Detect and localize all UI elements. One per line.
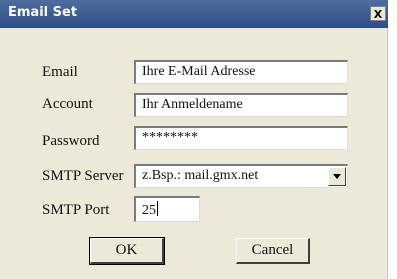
title-bar[interactable]: Email Set X bbox=[0, 0, 388, 28]
email-set-dialog: Email Set X Email Ihre E-Mail Adresse Ac… bbox=[0, 0, 388, 279]
smtp-server-label: SMTP Server bbox=[42, 168, 124, 184]
password-field[interactable]: ******** bbox=[134, 126, 348, 150]
smtp-server-value: z.Bsp.: mail.gmx.net bbox=[142, 168, 259, 183]
email-label: Email bbox=[42, 64, 78, 80]
smtp-port-value: 25 bbox=[142, 203, 156, 218]
password-label: Password bbox=[42, 133, 100, 149]
text-caret bbox=[157, 201, 158, 216]
smtp-port-field[interactable]: 25 bbox=[134, 196, 200, 222]
cancel-button[interactable]: Cancel bbox=[236, 238, 310, 264]
window-title: Email Set bbox=[8, 5, 78, 20]
ok-button[interactable]: OK bbox=[89, 237, 165, 265]
smtp-port-label: SMTP Port bbox=[42, 202, 110, 218]
email-field[interactable]: Ihre E-Mail Adresse bbox=[134, 60, 348, 84]
chevron-down-icon bbox=[333, 174, 341, 179]
dropdown-button[interactable] bbox=[328, 167, 346, 186]
smtp-server-select[interactable]: z.Bsp.: mail.gmx.net bbox=[134, 164, 348, 188]
account-label: Account bbox=[42, 96, 93, 112]
account-field[interactable]: Ihr Anmeldename bbox=[134, 93, 348, 117]
close-icon[interactable]: X bbox=[370, 6, 386, 21]
